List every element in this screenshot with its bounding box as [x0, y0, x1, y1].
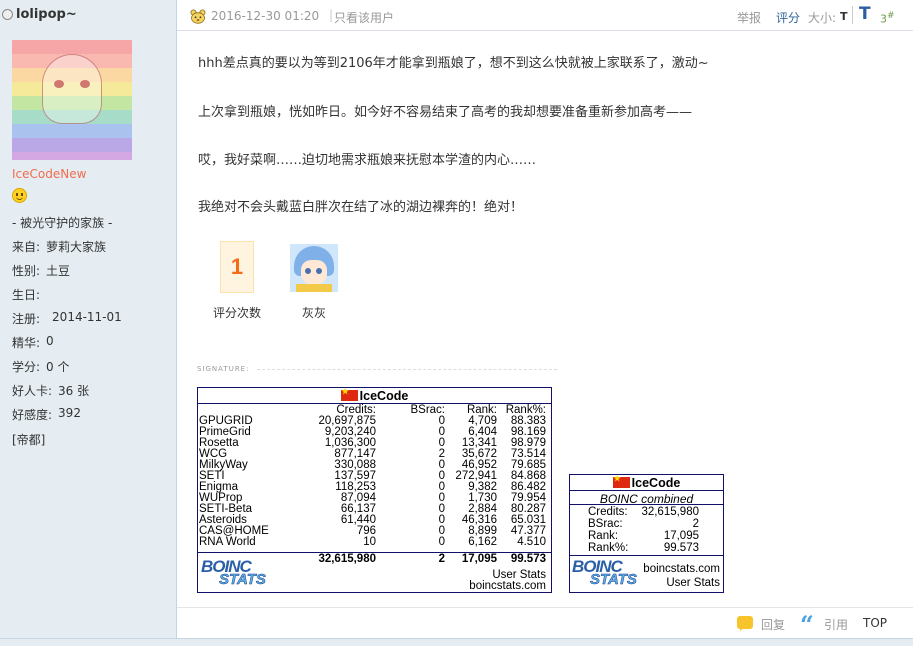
stat-value: 32,615,980 [641, 506, 699, 518]
quote-icon[interactable]: “ [800, 610, 814, 639]
next-post-strip [0, 638, 913, 646]
font-big-button[interactable]: T [859, 4, 871, 24]
rating-count-label: 评分次数 [213, 306, 262, 320]
divider [570, 555, 723, 556]
stat-label: Rank%: [588, 542, 629, 554]
total-rank-percent: 99.573 [510, 553, 546, 565]
divider [852, 6, 853, 24]
project-name: RNA World [199, 536, 256, 548]
avatar-figure [42, 54, 102, 124]
rating-count: 1 [230, 254, 244, 279]
info-favor: 好感度: 392 [12, 406, 81, 422]
user-panel: lolipop~ IceCodeNew - 被光守护的家族 - 来自: 萝莉大家族… [0, 0, 177, 640]
rate-link[interactable]: 评分 [776, 9, 800, 26]
divider: | [329, 8, 334, 22]
stat-label: BSrac: [588, 518, 623, 530]
stat-label: Credits: [588, 506, 628, 518]
font-small-button[interactable]: T [840, 10, 848, 23]
rater-name[interactable]: 灰灰 [302, 304, 326, 321]
rater-avatar[interactable] [290, 244, 338, 292]
avatar-eye [54, 80, 64, 88]
info-registered: 注册: 2014-11-01 [12, 310, 122, 326]
user-title: - 被光守护的家族 - [12, 216, 113, 230]
total-bsrac: 2 [438, 553, 445, 565]
bear-icon [190, 9, 206, 24]
rating-count-box[interactable]: 1 [220, 241, 254, 293]
avatar-eye [80, 80, 90, 88]
boincstats-logo: BOINC STATS [572, 557, 637, 588]
only-author-link[interactable]: 只看该用户 [334, 9, 394, 26]
info-gender: 性别: 土豆 [12, 264, 71, 278]
post-paragraph: hhh差点真的要以为等到2106年才能拿到瓶娘了，想不到这么快就被上家联系了，激… [198, 56, 709, 71]
total-rank: 17,095 [461, 553, 497, 565]
post-paragraph: 哎，我好菜啊……迫切地需求瓶娘来抚慰本学渣的内心…… [198, 153, 537, 168]
stat-label: Rank: [588, 530, 619, 542]
signature-divider [257, 369, 557, 370]
post-paragraph: 上次拿到瓶娘，恍如昨日。如今好不容易结束了高考的我却想要准备重新参加高考—— [198, 105, 693, 120]
user-stats-label: User Stats [666, 577, 720, 589]
signature-label: SIGNATURE: [197, 365, 250, 373]
boincstats-site: boincstats.com [469, 580, 546, 592]
boincstats-logo: BOINC STATS [201, 557, 266, 588]
divider [570, 490, 723, 491]
china-flag-icon [612, 474, 630, 488]
username[interactable]: lolipop~ [16, 7, 77, 22]
smiley-icon [12, 188, 27, 203]
stat-value: 99.573 [663, 542, 699, 554]
post-timestamp: 2016-12-30 01:20 [211, 9, 320, 23]
info-from: 来自: 萝莉大家族 [12, 240, 107, 254]
guild-link[interactable]: [帝都] [12, 431, 45, 448]
info-good-cards: 好人卡: 36 张 [12, 384, 90, 398]
username-row: lolipop~ [2, 7, 77, 22]
report-link[interactable]: 举报 [737, 9, 761, 26]
user-group[interactable]: IceCodeNew [12, 167, 86, 181]
china-flag-icon [340, 387, 358, 401]
avatar[interactable] [12, 40, 132, 160]
reply-icon[interactable] [737, 616, 753, 631]
rank-value: 6,162 [468, 536, 497, 548]
post-header: 2016-12-30 01:20 | 只看该用户 举报 评分 大小: T T 3… [177, 0, 913, 32]
boincstats-site: boincstats.com [643, 563, 720, 575]
font-size-label: 大小: [808, 11, 837, 25]
stat-value: 2 [692, 518, 699, 530]
rating-block: 1 评分次数 灰灰 [205, 240, 338, 321]
quote-button[interactable]: 引用 [824, 616, 848, 633]
divider [177, 30, 913, 31]
info-birthday: 生日: [12, 288, 41, 302]
offline-status-icon [2, 9, 13, 20]
divider [570, 504, 723, 505]
bsrac-value: 0 [438, 536, 445, 548]
post-paragraph: 我绝对不会头戴蓝白胖次在结了冰的湖边裸奔的！绝对！ [198, 200, 524, 215]
boinc-title: IceCode [198, 387, 551, 403]
stat-value: 17,095 [663, 530, 699, 542]
boinc-combined-banner[interactable]: IceCode BOINC combined Credits: 32,615,9… [569, 474, 724, 593]
info-digest: 精华: 0 [12, 334, 54, 350]
divider [177, 607, 913, 608]
reply-button[interactable]: 回复 [761, 616, 785, 633]
back-to-top-link[interactable]: TOP [863, 616, 887, 630]
credits-value: 10 [363, 536, 376, 548]
rank-percent-value: 4.510 [517, 536, 546, 548]
info-credits: 学分: 0 个 [12, 360, 70, 374]
boinc-title: IceCode [570, 474, 723, 490]
boinc-stats-banner[interactable]: IceCode Credits: BSrac: Rank: Rank%: GPU… [197, 387, 552, 593]
total-credits: 32,615,980 [318, 553, 376, 565]
floor-number[interactable]: 3# [880, 11, 895, 26]
